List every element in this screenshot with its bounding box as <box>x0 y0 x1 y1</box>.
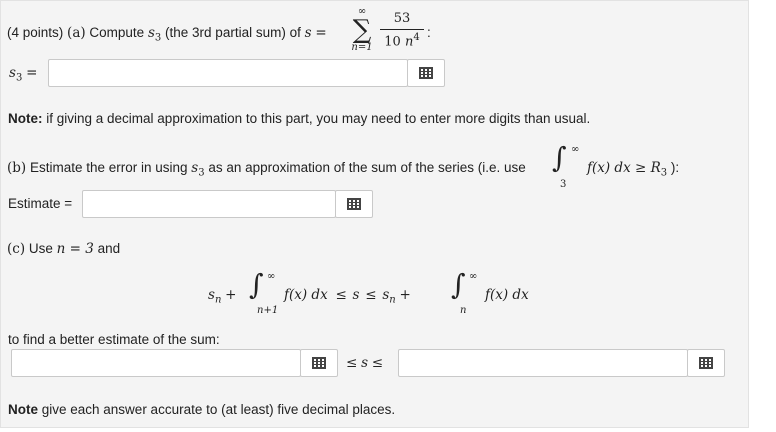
part-b-int-upper: ∞ <box>571 144 580 155</box>
part-c-text1: Use <box>28 241 53 256</box>
estimate-input[interactable] <box>82 190 336 218</box>
part-b-s-subscript: 3 <box>198 167 205 179</box>
s3-symbol: s <box>147 25 155 41</box>
part-b-question: (b) Estimate the error in using s3 as an… <box>7 160 526 179</box>
sigma-group: ∞ ∑ n=1 <box>350 7 374 53</box>
part-a-label: (a) <box>67 25 86 41</box>
s3-label-symbol: s <box>9 65 16 81</box>
series-fraction: 53 10 n4 <box>380 11 424 49</box>
part-b-integral: ∫ <box>552 144 567 172</box>
part-b-int-lower: 3 <box>560 179 567 190</box>
sn-subscript-2: n <box>389 294 396 306</box>
part-a-mid-text: (the 3rd partial sum) of <box>165 25 301 40</box>
s3-answer-label: s3 = <box>9 65 37 84</box>
upper-bound-input[interactable] <box>398 349 688 377</box>
part-a-question: (4 points) (a) Compute s3 (the 3rd parti… <box>7 25 327 44</box>
part-b-text2: as an approximation of the sum of the se… <box>208 160 526 175</box>
estimate-keyboard-button[interactable] <box>335 190 373 218</box>
note2-text: give each answer accurate to (at least) … <box>38 402 396 417</box>
points-label: (4 points) <box>7 25 64 40</box>
note1-bold: Note: <box>8 111 43 126</box>
int1-upper: ∞ <box>267 271 276 282</box>
find-estimate-text: to find a better estimate of the sum: <box>8 332 220 347</box>
note-decimal: Note: if giving a decimal approximation … <box>8 111 590 126</box>
keyboard-grid-icon <box>699 357 713 369</box>
s3-label-subscript: 3 <box>15 72 23 84</box>
int2-upper: ∞ <box>469 271 478 282</box>
part-c-n-equals: n = 3 <box>56 241 94 257</box>
part-c-label: (c) <box>7 241 26 257</box>
s-symbol: s <box>304 25 312 41</box>
sigma-symbol: ∑ <box>352 15 372 45</box>
leq-1: ≤ <box>335 287 347 303</box>
part-a-prompt: Compute <box>89 25 145 40</box>
part-b-label: (b) <box>7 160 27 176</box>
part-b-r-subscript: 3 <box>660 167 668 179</box>
s3-subscript: 3 <box>154 32 162 44</box>
integral-2: ∫ <box>451 271 466 299</box>
part-a-colon: : <box>427 25 431 40</box>
part-b-close: ): <box>670 160 680 175</box>
fraction-numerator: 53 <box>380 11 424 30</box>
estimate-label: Estimate = <box>8 196 73 211</box>
part-b-integrand-group: f(x) dx ≥ R3 ): <box>587 160 679 179</box>
keyboard-grid-icon <box>419 67 433 79</box>
note-precision: Note give each answer accurate to (at le… <box>8 402 395 417</box>
integral-sign: ∫ <box>249 268 264 301</box>
sn-subscript: n <box>214 294 222 306</box>
between-leq-2: ≤ <box>371 355 384 371</box>
part-c-question: (c) Use n = 3 and <box>7 241 120 257</box>
between-leq-1: ≤ <box>346 355 358 371</box>
s3-input[interactable] <box>48 59 408 87</box>
leq-2: ≤ <box>365 287 377 303</box>
plus-sign-2: + <box>399 287 411 303</box>
s3-label-equals: = <box>26 65 38 81</box>
between-inequality: ≤ s ≤ <box>346 355 383 371</box>
int1-lower: n+1 <box>257 305 279 316</box>
lower-keyboard-button[interactable] <box>300 349 338 377</box>
denominator-exponent: 4 <box>413 32 420 43</box>
integral-1: ∫ <box>249 271 264 299</box>
int1-integrand-group: f(x) dx ≤ s ≤ sn + <box>284 287 411 306</box>
between-s: s <box>361 355 369 371</box>
denominator-coefficient: 10 <box>384 34 401 50</box>
sum-lower-limit: n=1 <box>351 42 373 53</box>
part-b-text1: Estimate the error in using <box>29 160 188 175</box>
equals-sign: = <box>315 25 327 41</box>
note1-text: if giving a decimal approximation to thi… <box>42 111 591 126</box>
keyboard-grid-icon <box>347 198 361 210</box>
int2-lower: n <box>460 305 467 316</box>
lower-bound-input[interactable] <box>11 349 301 377</box>
note2-bold: Note <box>8 402 38 417</box>
part-c-text2: and <box>97 241 121 256</box>
integral-sign: ∫ <box>552 141 567 174</box>
problem-panel: (4 points) (a) Compute s3 (the 3rd parti… <box>0 0 749 428</box>
sn-left: sn + <box>208 287 236 306</box>
middle-s: s <box>352 287 360 303</box>
int1-integrand: f(x) dx <box>284 287 328 303</box>
int2-integrand-group: f(x) dx <box>485 287 529 303</box>
fraction-denominator: 10 n4 <box>380 30 424 49</box>
int2-integrand: f(x) dx <box>485 287 529 303</box>
s3-keyboard-button[interactable] <box>407 59 445 87</box>
part-b-integrand: f(x) dx ≥ R <box>587 160 661 176</box>
sn-symbol: s <box>208 287 215 303</box>
integral-sign: ∫ <box>451 268 466 301</box>
upper-keyboard-button[interactable] <box>687 349 725 377</box>
keyboard-grid-icon <box>312 357 326 369</box>
plus-sign-1: + <box>225 287 237 303</box>
